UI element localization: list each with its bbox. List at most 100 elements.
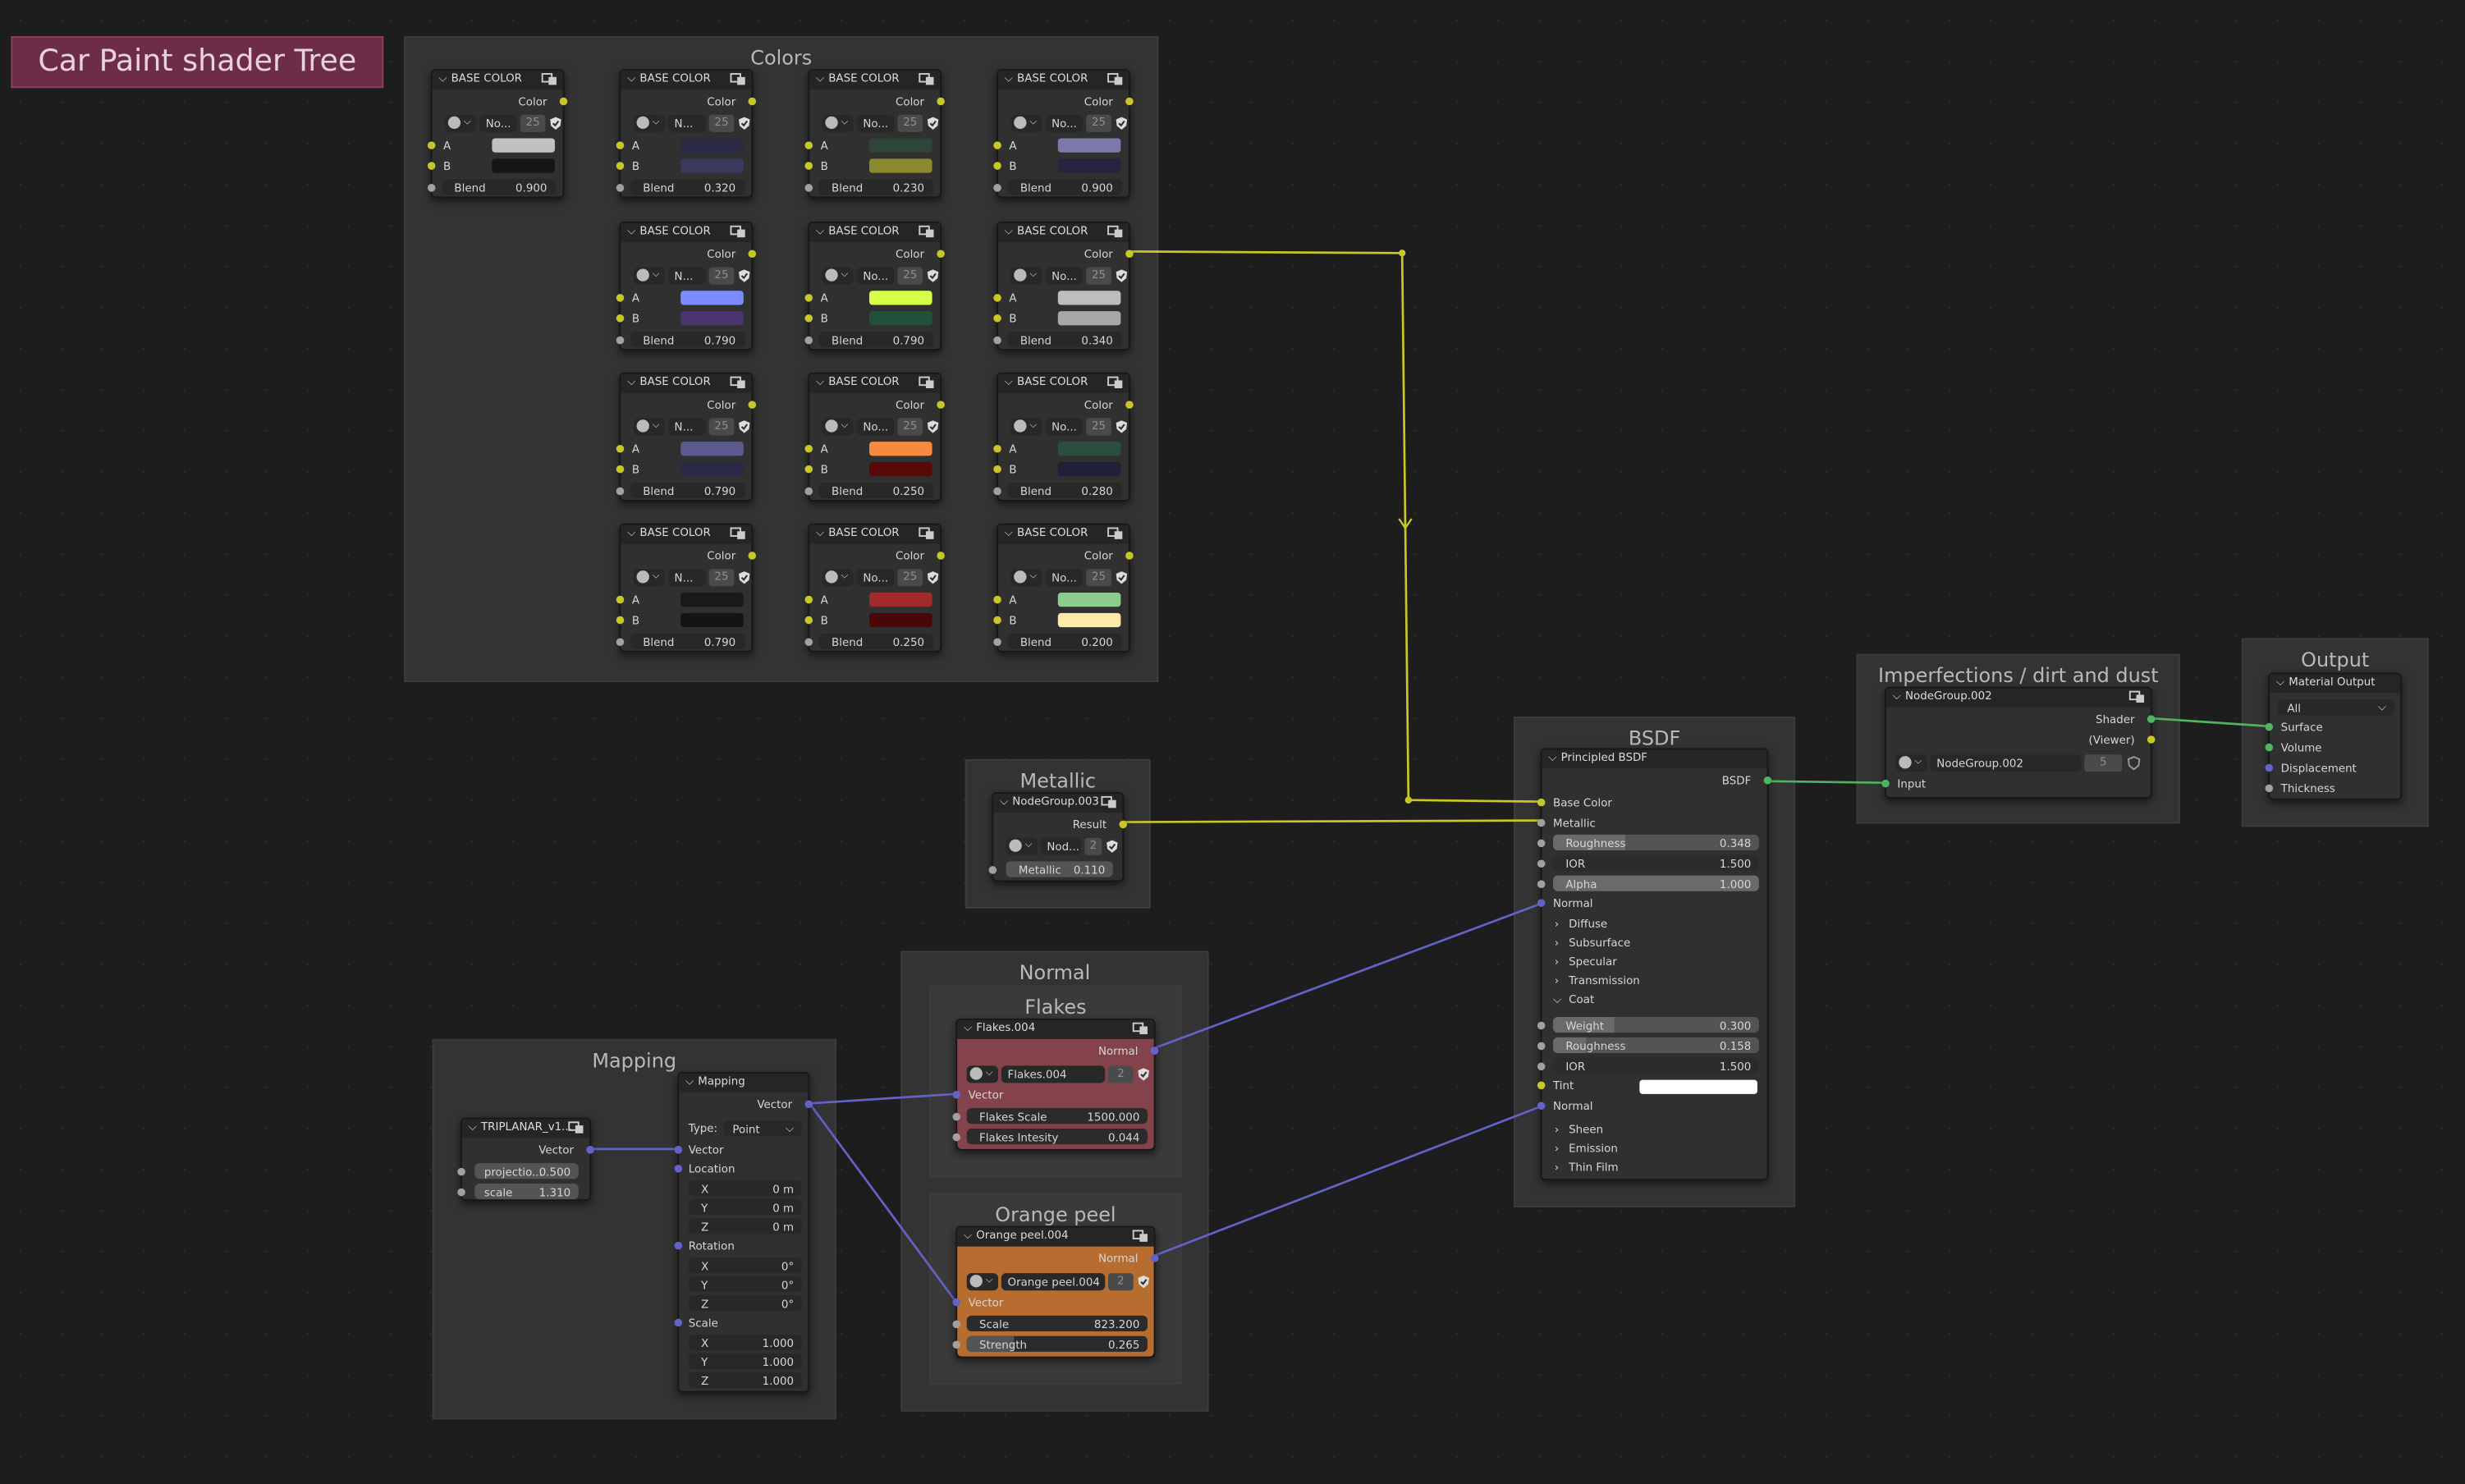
input-socket-b[interactable] bbox=[616, 465, 625, 474]
user-count[interactable]: 25 bbox=[708, 267, 735, 285]
collapse-chevron-icon[interactable]: ⌵ bbox=[816, 527, 824, 541]
node-group-icon[interactable] bbox=[1132, 1022, 1149, 1036]
color-b-swatch[interactable] bbox=[868, 612, 932, 628]
blend-field[interactable]: Blend 0.250 bbox=[818, 633, 934, 649]
output-socket-color[interactable] bbox=[748, 401, 757, 409]
node-group-icon[interactable] bbox=[730, 225, 747, 239]
user-count[interactable]: 25 bbox=[1086, 267, 1111, 285]
color-b-swatch[interactable] bbox=[680, 612, 744, 628]
node-base-color[interactable]: ⌵ BASE COLOR Color ⌵ No... 25 A B Blend 0.230 bbox=[804, 69, 945, 199]
node-group-icon[interactable] bbox=[918, 225, 935, 239]
output-socket-normal[interactable] bbox=[1150, 1254, 1159, 1262]
fake-user-shield-icon[interactable] bbox=[926, 117, 940, 131]
panel-transmission[interactable]: › Transmission bbox=[1542, 973, 1767, 988]
input-socket-a[interactable] bbox=[616, 294, 625, 302]
color-b-swatch[interactable] bbox=[1057, 311, 1121, 326]
node-base-color[interactable]: ⌵ BASE COLOR Color ⌵ No... 25 A B Blend 0.790 bbox=[804, 222, 945, 351]
panel-subsurface[interactable]: › Subsurface bbox=[1542, 935, 1767, 950]
output-socket-color[interactable] bbox=[937, 552, 945, 560]
roughness-slider[interactable]: Roughness 0.348 bbox=[1553, 834, 1759, 851]
node-group-icon[interactable] bbox=[730, 376, 747, 390]
collapse-chevron-icon[interactable]: ⌵ bbox=[685, 1075, 694, 1089]
color-a-swatch[interactable] bbox=[680, 291, 744, 305]
blend-field[interactable]: Blend 0.790 bbox=[630, 482, 745, 499]
user-count[interactable]: 25 bbox=[1086, 569, 1111, 587]
datablock-selector[interactable]: ⌵ No... 25 bbox=[1010, 418, 1128, 436]
datablock-selector[interactable]: ⌵ No... 25 bbox=[444, 114, 561, 132]
node-mapping[interactable]: ⌵ Mapping Vector Type: Point ⌵ Vector Loca… bbox=[674, 1072, 813, 1393]
input-socket-base-color[interactable] bbox=[1537, 798, 1546, 807]
input-socket-blend[interactable] bbox=[804, 638, 813, 647]
node-group-icon[interactable] bbox=[1107, 72, 1124, 86]
flakes-scale-field[interactable]: Flakes Scale 1500.000 bbox=[966, 1108, 1148, 1124]
input-socket-blend[interactable] bbox=[616, 184, 625, 192]
node-base-color[interactable]: ⌵ BASE COLOR Color ⌵ No... 25 A B Blend 0.280 bbox=[993, 372, 1134, 502]
fake-user-shield-icon[interactable] bbox=[1105, 840, 1119, 854]
input-socket-b[interactable] bbox=[616, 616, 625, 625]
scale-field[interactable]: scale 1.310 bbox=[474, 1183, 579, 1200]
output-socket-normal[interactable] bbox=[1150, 1047, 1159, 1055]
node-base-color[interactable]: ⌵ BASE COLOR Color ⌵ N... 25 A B Blend 0.790 bbox=[616, 222, 757, 351]
user-count[interactable]: 25 bbox=[1086, 114, 1111, 132]
node-base-color[interactable]: ⌵ BASE COLOR Color ⌵ N... 25 A B Blend 0.790 bbox=[616, 523, 757, 653]
collapse-chevron-icon[interactable]: ⌵ bbox=[627, 72, 635, 86]
color-b-swatch[interactable] bbox=[868, 462, 932, 477]
collapse-chevron-icon[interactable]: ⌵ bbox=[469, 1120, 477, 1134]
input-socket-coat-normal[interactable] bbox=[1537, 1102, 1546, 1110]
color-b-swatch[interactable] bbox=[680, 462, 744, 477]
input-socket-b[interactable] bbox=[427, 162, 436, 170]
node-editor-canvas[interactable]: Car Paint shader Tree Colors Metallic No… bbox=[0, 0, 2465, 1484]
user-count[interactable]: 25 bbox=[897, 114, 923, 132]
collapse-chevron-icon[interactable]: ⌵ bbox=[816, 225, 824, 239]
datablock-selector[interactable]: ⌵ N... 25 bbox=[633, 267, 750, 285]
input-socket-blend[interactable] bbox=[616, 487, 625, 496]
node-group-icon[interactable] bbox=[567, 1120, 584, 1134]
node-group-icon[interactable] bbox=[2128, 690, 2146, 704]
input-socket-thickness[interactable] bbox=[2265, 784, 2274, 793]
orange-strength-field[interactable]: Strength 0.265 bbox=[966, 1335, 1148, 1352]
input-socket-b[interactable] bbox=[993, 314, 1001, 323]
user-count[interactable]: 2 bbox=[1084, 837, 1102, 855]
blend-field[interactable]: Blend 0.200 bbox=[1007, 633, 1123, 649]
datablock-selector[interactable]: ⌵ No... 25 bbox=[1010, 114, 1128, 132]
node-base-color[interactable]: ⌵ BASE COLOR Color ⌵ No... 25 A B Blend 0.900 bbox=[427, 69, 568, 199]
color-b-swatch[interactable] bbox=[1057, 612, 1121, 628]
color-a-swatch[interactable] bbox=[1057, 592, 1121, 607]
panel-coat[interactable]: ⌵ Coat bbox=[1542, 992, 1767, 1007]
datablock-selector[interactable]: ⌵ Nod... 2 bbox=[1006, 837, 1118, 855]
datablock-selector[interactable]: ⌵ N... 25 bbox=[633, 114, 750, 132]
node-orange-peel[interactable]: ⌵ Orange peel.004 Normal ⌵ Orange peel.00… bbox=[952, 1225, 1159, 1358]
input-socket-alpha[interactable] bbox=[1537, 880, 1546, 888]
input-socket-a[interactable] bbox=[616, 141, 625, 149]
output-socket-color[interactable] bbox=[937, 401, 945, 409]
collapse-chevron-icon[interactable]: ⌵ bbox=[627, 527, 635, 541]
input-socket-blend[interactable] bbox=[427, 184, 436, 192]
node-base-color[interactable]: ⌵ BASE COLOR Color ⌵ No... 25 A B Blend 0.250 bbox=[804, 372, 945, 502]
output-socket-color[interactable] bbox=[748, 552, 757, 560]
blend-field[interactable]: Blend 0.340 bbox=[1007, 332, 1123, 348]
type-dropdown[interactable]: Point ⌵ bbox=[722, 1120, 802, 1137]
color-a-swatch[interactable] bbox=[680, 592, 744, 607]
input-socket-a[interactable] bbox=[616, 595, 625, 604]
datablock-selector[interactable]: ⌵ No... 25 bbox=[822, 114, 939, 132]
node-material-output[interactable]: ⌵ Material Output All ⌵ Surface Volume Dis… bbox=[2265, 672, 2403, 800]
input-socket-input[interactable] bbox=[1881, 779, 1890, 788]
panel-emission[interactable]: › Emission bbox=[1542, 1141, 1767, 1157]
blend-field[interactable]: Blend 0.320 bbox=[630, 179, 745, 195]
input-socket-a[interactable] bbox=[993, 141, 1001, 149]
input-socket-projection[interactable] bbox=[457, 1167, 465, 1176]
input-socket-blend[interactable] bbox=[804, 336, 813, 345]
input-socket-blend[interactable] bbox=[804, 184, 813, 192]
vector-component-field[interactable]: X 0° bbox=[688, 1257, 802, 1274]
input-socket-location[interactable] bbox=[674, 1165, 683, 1173]
blend-field[interactable]: Blend 0.790 bbox=[630, 633, 745, 649]
datablock-selector[interactable]: ⌵ N... 25 bbox=[633, 569, 750, 587]
fake-user-shield-icon[interactable] bbox=[1115, 268, 1129, 282]
fake-user-shield-icon[interactable] bbox=[926, 268, 940, 282]
collapse-chevron-icon[interactable]: ⌵ bbox=[964, 1022, 972, 1036]
input-socket-blend[interactable] bbox=[616, 638, 625, 647]
datablock-selector[interactable]: ⌵ No... 25 bbox=[1010, 267, 1128, 285]
input-socket-blend[interactable] bbox=[993, 638, 1001, 647]
output-socket-viewer[interactable] bbox=[2147, 735, 2156, 744]
output-socket-vector[interactable] bbox=[804, 1100, 813, 1109]
